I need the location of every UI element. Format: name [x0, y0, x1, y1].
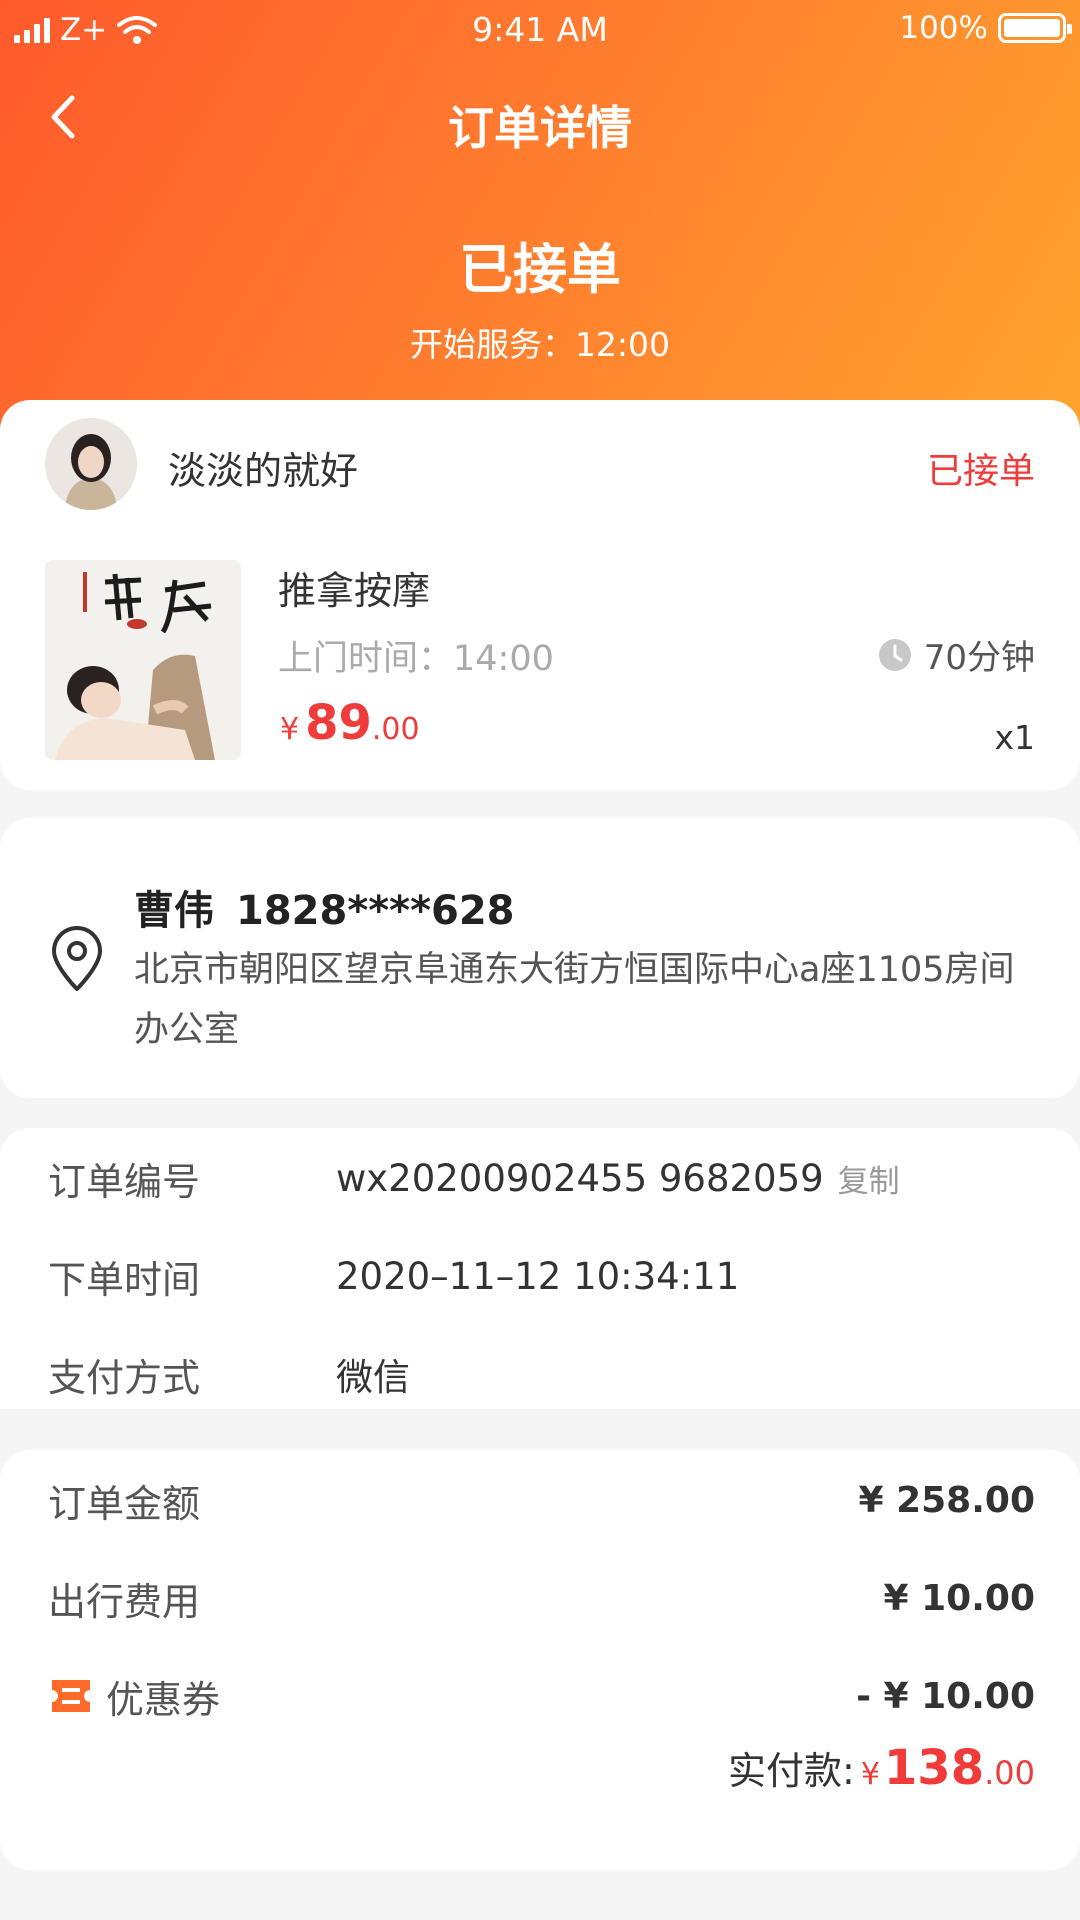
page-title: 订单详情 [448, 101, 632, 155]
travel-fee-value: ¥ 10.00 [883, 1577, 1035, 1619]
travel-fee-label: 出行费用 [48, 1579, 201, 1624]
total-currency: ¥ [860, 1757, 880, 1792]
payment-method-value: 微信 [336, 1356, 410, 1399]
service-thumbnail[interactable] [45, 560, 241, 760]
address-card: 曹伟 1828****628 北京市朝阳区望京阜通东大街方恒国际中心a座1105房… [0, 818, 1080, 1098]
order-time-value: 2020–11–12 10:34:11 [336, 1254, 740, 1298]
total-decimal: .00 [984, 1754, 1035, 1792]
order-status-title: 已接单 [459, 238, 621, 301]
contact-name: 曹伟 [134, 888, 214, 934]
total-label: 实付款: [728, 1749, 855, 1793]
order-number-label: 订单编号 [48, 1159, 201, 1204]
contact-info: 曹伟 1828****628 [134, 878, 515, 936]
coupon-icon [52, 1680, 90, 1712]
order-amount-value: ¥ 258.00 [858, 1479, 1035, 1521]
order-amount-row: 订单金额 ¥ 258.00 [48, 1470, 1035, 1530]
order-amount-label: 订单金额 [48, 1481, 201, 1526]
provider-avatar[interactable] [45, 418, 137, 510]
coupon-value: - ¥ 10.00 [856, 1675, 1035, 1717]
order-status-badge: 已接单 [926, 451, 1035, 492]
address-detail: 北京市朝阳区望京阜通东大街方恒国际中心a座1105房间办公室 [134, 950, 1015, 1050]
price-integer: 89 [305, 695, 372, 751]
clock-icon [878, 638, 911, 671]
order-header: Z+ 9:41 AM 100% 订单详情 已接单 开始服务：12:00 [0, 0, 1080, 460]
service-duration: 70分钟 [878, 630, 1035, 679]
total-paid: 实付款: ¥ 138 .00 [728, 1740, 1035, 1796]
payment-method-row: 支付方式 微信 [48, 1344, 1035, 1404]
order-number-value: wx20200902455 9682059 [336, 1156, 824, 1200]
service-card: 淡淡的就好 已接单 推拿按摩 上门时间：14:00 70分钟 ¥ 89 .00 [0, 400, 1080, 790]
service-price: ¥ 89 .00 [280, 695, 420, 751]
amount-card: 订单金额 ¥ 258.00 出行费用 ¥ 10.00 优惠券 - ¥ 10.00… [0, 1450, 1080, 1870]
total-integer: 138 [883, 1740, 985, 1796]
status-bar: Z+ 9:41 AM 100% [0, 0, 1080, 64]
travel-fee-row: 出行费用 ¥ 10.00 [48, 1568, 1035, 1628]
copy-button[interactable]: 复制 [838, 1156, 900, 1201]
service-start-time: 开始服务：12:00 [409, 325, 671, 364]
order-time-row: 下单时间 2020–11–12 10:34:11 [48, 1246, 1035, 1306]
coupon-label: 优惠券 [106, 1677, 221, 1722]
order-number-row: 订单编号 wx20200902455 9682059 复制 [48, 1148, 1035, 1208]
price-decimal: .00 [371, 712, 420, 747]
battery-icon [998, 13, 1072, 43]
coupon-row: 优惠券 - ¥ 10.00 [48, 1666, 1035, 1726]
service-quantity: x1 [994, 718, 1035, 757]
service-name: 推拿按摩 [278, 569, 431, 613]
provider-nickname: 淡淡的就好 [168, 449, 359, 493]
location-pin-icon [52, 926, 102, 991]
duration-label: 70分钟 [923, 638, 1035, 678]
battery-percent: 100% [899, 10, 988, 46]
coupon-label-group: 优惠券 [48, 1669, 220, 1724]
contact-phone: 1828****628 [236, 888, 515, 934]
order-info-card: 订单编号 wx20200902455 9682059 复制 下单时间 2020–… [0, 1128, 1080, 1423]
payment-method-label: 支付方式 [48, 1355, 201, 1400]
visit-time: 上门时间：14:00 [278, 639, 554, 679]
order-time-label: 下单时间 [48, 1257, 201, 1302]
price-currency: ¥ [280, 712, 300, 747]
